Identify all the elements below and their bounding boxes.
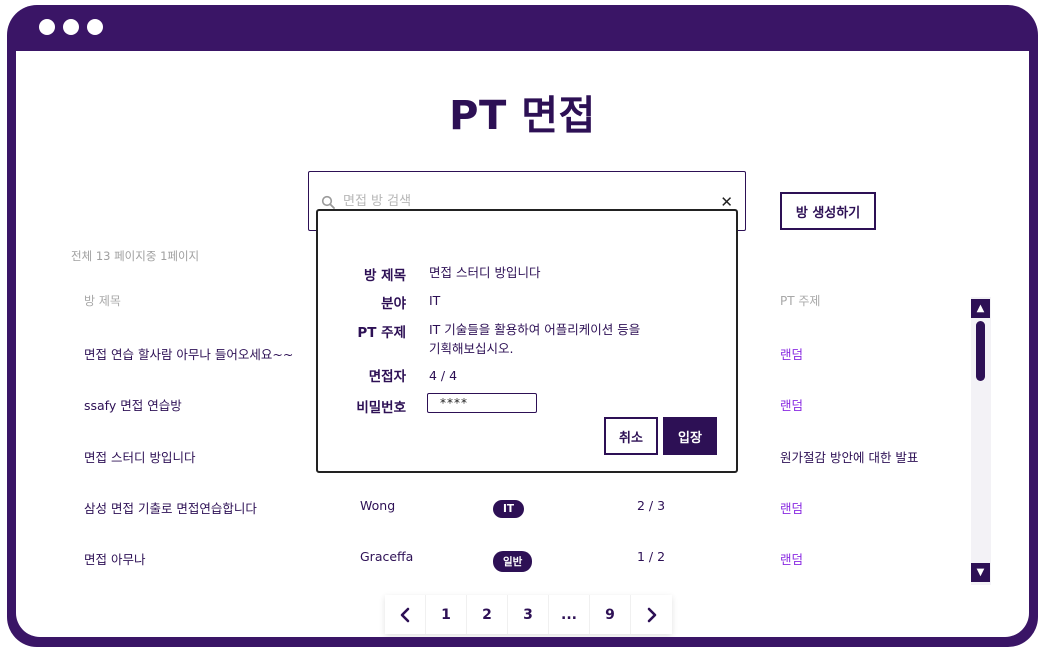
window-dot-icon[interactable] bbox=[87, 19, 103, 35]
table-row[interactable]: 삼성 면접 기출로 면접연습합니다 Wong IT 2 / 3 랜덤 bbox=[16, 498, 976, 528]
room-host: Graceffa bbox=[360, 549, 414, 564]
modal-value-title: 면접 스터디 방입니다 bbox=[429, 265, 541, 280]
window-dot-icon[interactable] bbox=[63, 19, 79, 35]
modal-label-title: 방 제목 bbox=[364, 268, 406, 284]
field-badge: IT bbox=[493, 500, 525, 518]
next-page-button[interactable] bbox=[631, 595, 672, 634]
room-title: 삼성 면접 기출로 면접연습합니다 bbox=[84, 501, 257, 516]
prev-page-button[interactable] bbox=[385, 595, 426, 634]
room-title: ssafy 면접 연습방 bbox=[84, 398, 182, 413]
room-topic: 랜덤 bbox=[780, 552, 804, 567]
room-entry-modal: 방 제목 면접 스터디 방입니다 분야 IT PT 주제 IT 기술들을 활용하… bbox=[316, 209, 738, 473]
field-badge: 일반 bbox=[493, 551, 533, 572]
window-dot-icon[interactable] bbox=[39, 19, 55, 35]
modal-value-topic-line2: 기획해보십시오. bbox=[429, 341, 514, 356]
room-topic: 랜덤 bbox=[780, 501, 804, 516]
scroll-down-icon[interactable]: ▼ bbox=[971, 563, 990, 582]
modal-label-topic: PT 주제 bbox=[357, 325, 406, 341]
column-header-title: 방 제목 bbox=[84, 294, 121, 308]
page-title: PT 면접 bbox=[449, 93, 596, 139]
page-button[interactable]: 1 bbox=[426, 595, 467, 634]
room-topic: 원가절감 방안에 대한 발표 bbox=[780, 450, 919, 465]
room-topic: 랜덤 bbox=[780, 347, 804, 362]
page-ellipsis[interactable]: ... bbox=[549, 595, 590, 634]
modal-value-participants: 4 / 4 bbox=[429, 368, 458, 383]
window-controls bbox=[39, 19, 103, 35]
room-title: 면접 연습 할사람 아무나 들어오세요~~ bbox=[84, 347, 294, 362]
chevron-right-icon bbox=[647, 607, 656, 622]
room-host: Wong bbox=[360, 498, 396, 513]
page-button[interactable]: 3 bbox=[508, 595, 549, 634]
create-room-button[interactable]: 방 생성하기 bbox=[780, 192, 876, 230]
modal-label-field: 분야 bbox=[381, 296, 406, 312]
room-title: 면접 아무나 bbox=[84, 552, 146, 567]
modal-value-field: IT bbox=[429, 293, 441, 308]
page-info: 전체 13 페이지중 1페이지 bbox=[71, 249, 200, 263]
participant-count: 2 / 3 bbox=[637, 498, 666, 513]
field-badge-label: IT bbox=[493, 500, 525, 518]
room-topic: 랜덤 bbox=[780, 398, 804, 413]
modal-label-participants: 면접자 bbox=[368, 369, 406, 385]
scroll-up-icon[interactable]: ▲ bbox=[971, 299, 990, 318]
table-row[interactable]: 면접 아무나 Graceffa 일반 1 / 2 랜덤 bbox=[16, 549, 976, 579]
cancel-button[interactable]: 취소 bbox=[604, 417, 658, 455]
field-badge-label: 일반 bbox=[493, 551, 533, 572]
enter-button[interactable]: 입장 bbox=[663, 417, 717, 455]
modal-label-password: 비밀번호 bbox=[356, 400, 406, 416]
room-title: 면접 스터디 방입니다 bbox=[84, 450, 196, 465]
search-icon bbox=[321, 195, 335, 209]
password-field[interactable] bbox=[427, 393, 537, 413]
page-button[interactable]: 9 bbox=[590, 595, 631, 634]
modal-value-topic-line1: IT 기술들을 활용하여 어플리케이션 등을 bbox=[429, 322, 641, 337]
pagination: 1 2 3 ... 9 bbox=[385, 595, 672, 634]
page-button[interactable]: 2 bbox=[467, 595, 508, 634]
chevron-left-icon bbox=[400, 607, 410, 622]
participant-count: 1 / 2 bbox=[637, 549, 666, 564]
scrollbar-thumb[interactable] bbox=[976, 321, 985, 381]
column-header-topic: PT 주제 bbox=[780, 294, 821, 308]
